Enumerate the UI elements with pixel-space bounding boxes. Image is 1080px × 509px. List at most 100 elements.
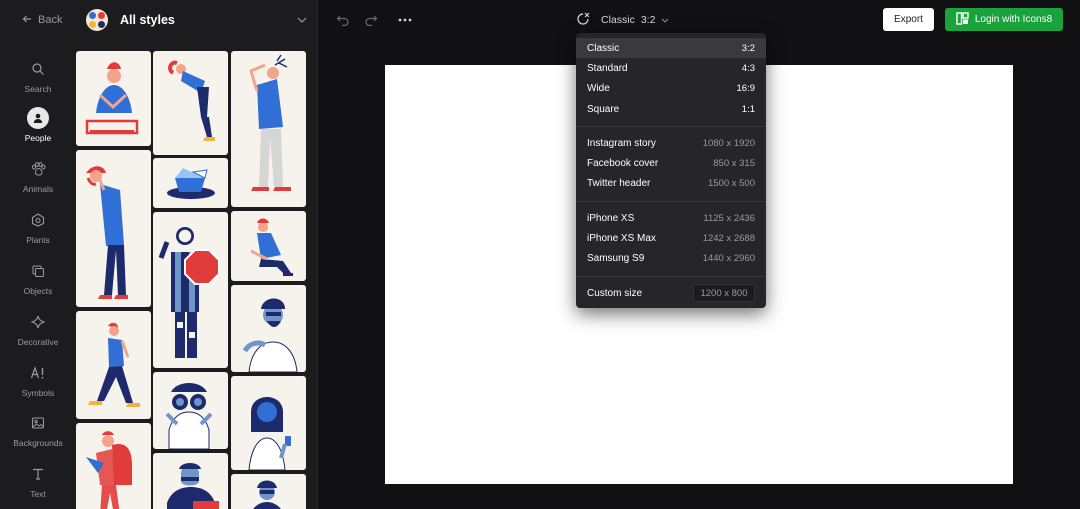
format-dropdown-menu: Classic 3:2 Standard 4:3 Wide 16:9 Squar…: [576, 33, 766, 308]
canvas-format-select[interactable]: Classic 3:2: [577, 10, 669, 30]
sidebar-item-label: Backgrounds: [13, 438, 63, 448]
sidebar-item-label: Text: [30, 489, 46, 499]
sidebar-item-label: Decorative: [17, 337, 59, 347]
active-indicator: [27, 107, 49, 129]
style-title: All styles: [120, 13, 175, 27]
search-icon: [27, 58, 49, 80]
text-icon: [27, 463, 49, 485]
format-option-classic[interactable]: Classic 3:2: [576, 38, 766, 58]
sidebar-item-label: Animals: [22, 184, 54, 194]
library-header: Back All styles: [0, 0, 318, 40]
format-option-iphone-xs-max[interactable]: iPhone XS Max 1242 x 2688: [576, 228, 766, 248]
chevron-down-icon: [661, 14, 669, 26]
plant-icon: [27, 209, 49, 231]
format-option-facebook-cover[interactable]: Facebook cover 850 x 315: [576, 153, 766, 173]
format-option-iphone-xs[interactable]: iPhone XS 1125 x 2436: [576, 208, 766, 228]
arrow-left-icon: [22, 14, 32, 27]
illustration-gallery: [76, 40, 318, 509]
category-sidebar: Search People Animals Plants Objects Dec…: [0, 40, 76, 509]
illustration-tile[interactable]: [76, 311, 151, 419]
menu-divider: [576, 201, 766, 202]
symbols-icon: [27, 362, 49, 384]
option-name: iPhone XS: [587, 212, 635, 224]
sidebar-item-label: Plants: [26, 235, 50, 245]
format-ratio: 3:2: [640, 14, 656, 26]
illustration-tile[interactable]: [76, 150, 151, 307]
objects-icon: [27, 260, 49, 282]
sidebar-item-label: People: [24, 133, 52, 143]
illustration-tile[interactable]: [76, 423, 151, 509]
illustration-tile[interactable]: [231, 285, 306, 372]
chevron-down-icon: [287, 17, 317, 23]
illustration-tile[interactable]: [153, 372, 228, 449]
sparkle-icon: [27, 311, 49, 333]
option-name: Standard: [587, 62, 628, 74]
format-option-twitter-header[interactable]: Twitter header 1500 x 500: [576, 173, 766, 193]
back-label: Back: [38, 14, 63, 26]
sidebar-item-decorative[interactable]: Decorative: [0, 311, 76, 361]
option-name: Custom size: [587, 287, 643, 299]
option-value: 1:1: [741, 103, 755, 115]
option-name: Facebook cover: [587, 157, 659, 169]
back-button[interactable]: Back: [0, 14, 76, 27]
aspect-ratio-icon: [577, 11, 595, 30]
option-value: 1080 x 1920: [702, 137, 755, 149]
option-value: 4:3: [741, 62, 755, 74]
option-value: 16:9: [736, 82, 756, 94]
format-option-instagram-story[interactable]: Instagram story 1080 x 1920: [576, 133, 766, 153]
option-value: 1242 x 2688: [702, 232, 755, 244]
redo-icon[interactable]: [361, 10, 381, 30]
option-value: 850 x 315: [713, 157, 755, 169]
illustration-tile[interactable]: [231, 376, 306, 470]
icons8-logo-icon: [956, 11, 969, 28]
option-name: Classic: [587, 42, 620, 54]
image-icon: [27, 412, 49, 434]
illustration-tile[interactable]: [153, 51, 228, 155]
style-avatar: [86, 9, 108, 31]
sidebar-item-label: Symbols: [21, 388, 55, 398]
sidebar-item-text[interactable]: Text: [0, 463, 76, 509]
illustration-tile[interactable]: [231, 474, 306, 509]
option-name: Square: [587, 103, 620, 115]
sidebar-item-label: Objects: [23, 286, 53, 296]
sidebar-item-animals[interactable]: Animals: [0, 158, 76, 208]
sidebar-item-symbols[interactable]: Symbols: [0, 362, 76, 412]
sidebar-item-label: Search: [24, 84, 52, 94]
option-name: Wide: [587, 82, 610, 94]
illustration-tile[interactable]: [231, 51, 306, 207]
option-value: 1440 x 2960: [702, 252, 755, 264]
format-option-standard[interactable]: Standard 4:3: [576, 58, 766, 78]
sidebar-item-objects[interactable]: Objects: [0, 260, 76, 310]
app-root: Back All styles Search People Animals Pl…: [0, 0, 1080, 509]
login-button[interactable]: Login with Icons8: [945, 8, 1063, 31]
illustration-tile[interactable]: [153, 212, 228, 368]
sidebar-item-people[interactable]: People: [0, 107, 76, 157]
illustration-tile[interactable]: [76, 51, 151, 146]
illustration-tile[interactable]: [153, 158, 228, 208]
option-value: 3:2: [741, 42, 755, 54]
paw-icon: [27, 158, 49, 180]
sidebar-item-plants[interactable]: Plants: [0, 209, 76, 259]
style-select[interactable]: All styles: [76, 0, 317, 40]
more-icon[interactable]: [395, 10, 415, 30]
login-label: Login with Icons8: [974, 14, 1053, 25]
illustration-tile[interactable]: [153, 453, 228, 509]
option-name: Samsung S9: [587, 252, 645, 264]
format-option-custom-size[interactable]: Custom size: [576, 283, 766, 303]
sidebar-item-search[interactable]: Search: [0, 58, 76, 108]
option-value: 1125 x 2436: [703, 212, 755, 224]
export-button[interactable]: Export: [883, 8, 934, 31]
option-name: iPhone XS Max: [587, 232, 656, 244]
undo-icon[interactable]: [333, 10, 353, 30]
format-option-square[interactable]: Square 1:1: [576, 99, 766, 119]
format-option-wide[interactable]: Wide 16:9: [576, 78, 766, 98]
menu-divider: [576, 126, 766, 127]
format-option-samsung-s9[interactable]: Samsung S9 1440 x 2960: [576, 248, 766, 268]
option-name: Twitter header: [587, 177, 651, 189]
option-value: 1500 x 500: [707, 177, 755, 189]
person-icon: [27, 107, 49, 129]
option-name: Instagram story: [587, 137, 656, 149]
custom-size-input[interactable]: [693, 284, 755, 302]
illustration-tile[interactable]: [231, 211, 306, 281]
sidebar-item-backgrounds[interactable]: Backgrounds: [0, 412, 76, 462]
